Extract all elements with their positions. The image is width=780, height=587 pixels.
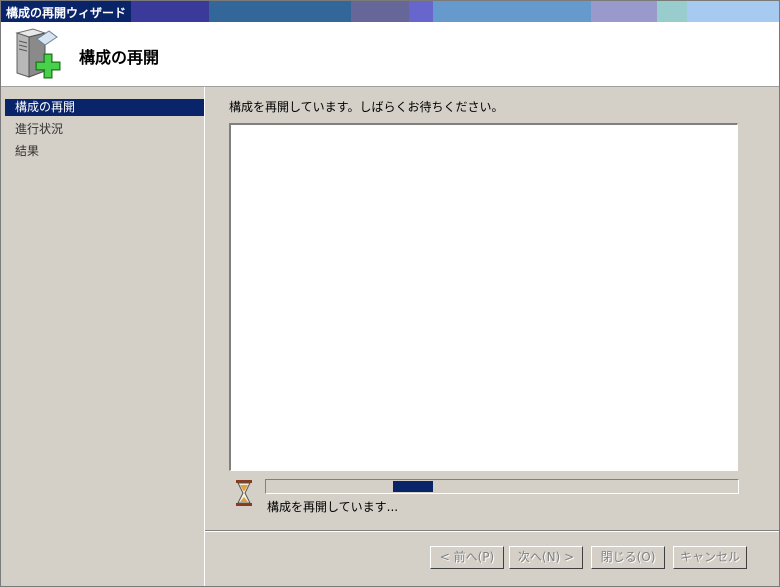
- page-title: 構成の再開: [79, 48, 160, 67]
- wizard-steps-nav: 構成の再開 進行状況 結果: [1, 87, 205, 586]
- nav-step-results[interactable]: 結果: [5, 143, 204, 160]
- cancel-button[interactable]: キャンセル: [673, 546, 747, 569]
- wizard-window: 構成の再開ウィザード 構成の再開 構成の再開 進行状況 結果 構成を再開していま…: [0, 0, 780, 587]
- wizard-header: 構成の再開: [1, 22, 779, 87]
- back-button[interactable]: < 前へ(P): [430, 546, 504, 569]
- nav-step-resume-configuration[interactable]: 構成の再開: [5, 99, 204, 116]
- nav-step-progress[interactable]: 進行状況: [5, 121, 204, 138]
- hourglass-icon: [236, 480, 252, 506]
- next-button[interactable]: 次へ(N) >: [509, 546, 583, 569]
- footer-separator: [205, 530, 779, 532]
- window-title: 構成の再開ウィザード: [6, 6, 127, 20]
- wizard-content: 構成を再開しています。しばらくお待ちください。 構成を再開しています...: [205, 87, 779, 529]
- progress-marker: [393, 481, 433, 492]
- title-bar[interactable]: 構成の再開ウィザード: [1, 1, 779, 22]
- details-log-box[interactable]: [229, 123, 738, 471]
- close-button[interactable]: 閉じる(O): [591, 546, 665, 569]
- progress-bar: [265, 479, 739, 494]
- status-message: 構成を再開しています。しばらくお待ちください。: [229, 100, 504, 114]
- server-with-green-plus-icon: [15, 28, 61, 79]
- progress-label: 構成を再開しています...: [267, 500, 399, 514]
